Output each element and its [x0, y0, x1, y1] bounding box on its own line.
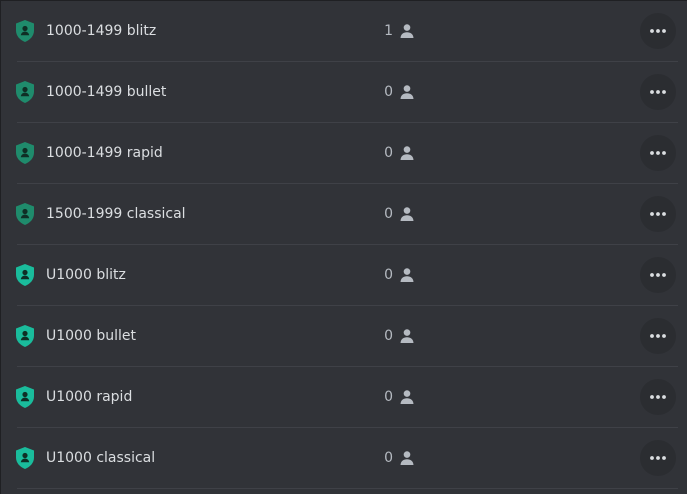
shield-person-icon — [16, 447, 34, 469]
shield-person-icon — [16, 142, 34, 164]
shield-person-icon — [16, 81, 34, 103]
role-row[interactable]: 1000-1499 blitz 1 — [1, 1, 687, 62]
shield-person-icon — [16, 203, 34, 225]
more-horizontal-icon — [650, 456, 666, 460]
role-row[interactable]: U1000 classical 0 — [1, 428, 687, 489]
more-options-button[interactable] — [640, 440, 676, 476]
role-row[interactable]: U1000 bullet 0 — [1, 306, 687, 367]
more-horizontal-icon — [650, 90, 666, 94]
member-count: 0 — [384, 206, 393, 222]
role-name: U1000 classical — [46, 450, 156, 466]
roles-panel: 1000-1499 blitz 1 1000-1499 bullet 0 100… — [0, 0, 687, 494]
more-options-button[interactable] — [640, 135, 676, 171]
role-name: U1000 blitz — [46, 267, 126, 283]
role-name: U1000 rapid — [46, 389, 133, 405]
role-row[interactable]: 1000-1499 bullet 0 — [1, 62, 687, 123]
shield-person-icon — [16, 20, 34, 42]
role-row[interactable]: U1000 blitz 0 — [1, 245, 687, 306]
role-name: 1000-1499 rapid — [46, 145, 163, 161]
role-name: 1000-1499 blitz — [46, 23, 157, 39]
person-icon — [400, 85, 414, 99]
role-row[interactable]: 1500-1999 classical 0 — [1, 184, 687, 245]
more-options-button[interactable] — [640, 379, 676, 415]
member-count: 0 — [384, 389, 393, 405]
member-count: 0 — [384, 267, 393, 283]
more-horizontal-icon — [650, 212, 666, 216]
more-options-button[interactable] — [640, 318, 676, 354]
more-horizontal-icon — [650, 273, 666, 277]
role-name: 1500-1999 classical — [46, 206, 186, 222]
person-icon — [400, 207, 414, 221]
role-list: 1000-1499 blitz 1 1000-1499 bullet 0 100… — [1, 1, 687, 489]
shield-person-icon — [16, 264, 34, 286]
more-options-button[interactable] — [640, 13, 676, 49]
more-horizontal-icon — [650, 29, 666, 33]
member-count: 0 — [384, 450, 393, 466]
more-options-button[interactable] — [640, 196, 676, 232]
person-icon — [400, 329, 414, 343]
member-count: 1 — [384, 23, 393, 39]
more-horizontal-icon — [650, 151, 666, 155]
person-icon — [400, 24, 414, 38]
member-count: 0 — [384, 145, 393, 161]
more-options-button[interactable] — [640, 257, 676, 293]
person-icon — [400, 451, 414, 465]
person-icon — [400, 268, 414, 282]
role-row[interactable]: 1000-1499 rapid 0 — [1, 123, 687, 184]
more-horizontal-icon — [650, 334, 666, 338]
more-horizontal-icon — [650, 395, 666, 399]
role-name: 1000-1499 bullet — [46, 84, 167, 100]
member-count: 0 — [384, 328, 393, 344]
role-row[interactable]: U1000 rapid 0 — [1, 367, 687, 428]
more-options-button[interactable] — [640, 74, 676, 110]
shield-person-icon — [16, 325, 34, 347]
role-name: U1000 bullet — [46, 328, 136, 344]
shield-person-icon — [16, 386, 34, 408]
member-count: 0 — [384, 84, 393, 100]
person-icon — [400, 390, 414, 404]
person-icon — [400, 146, 414, 160]
